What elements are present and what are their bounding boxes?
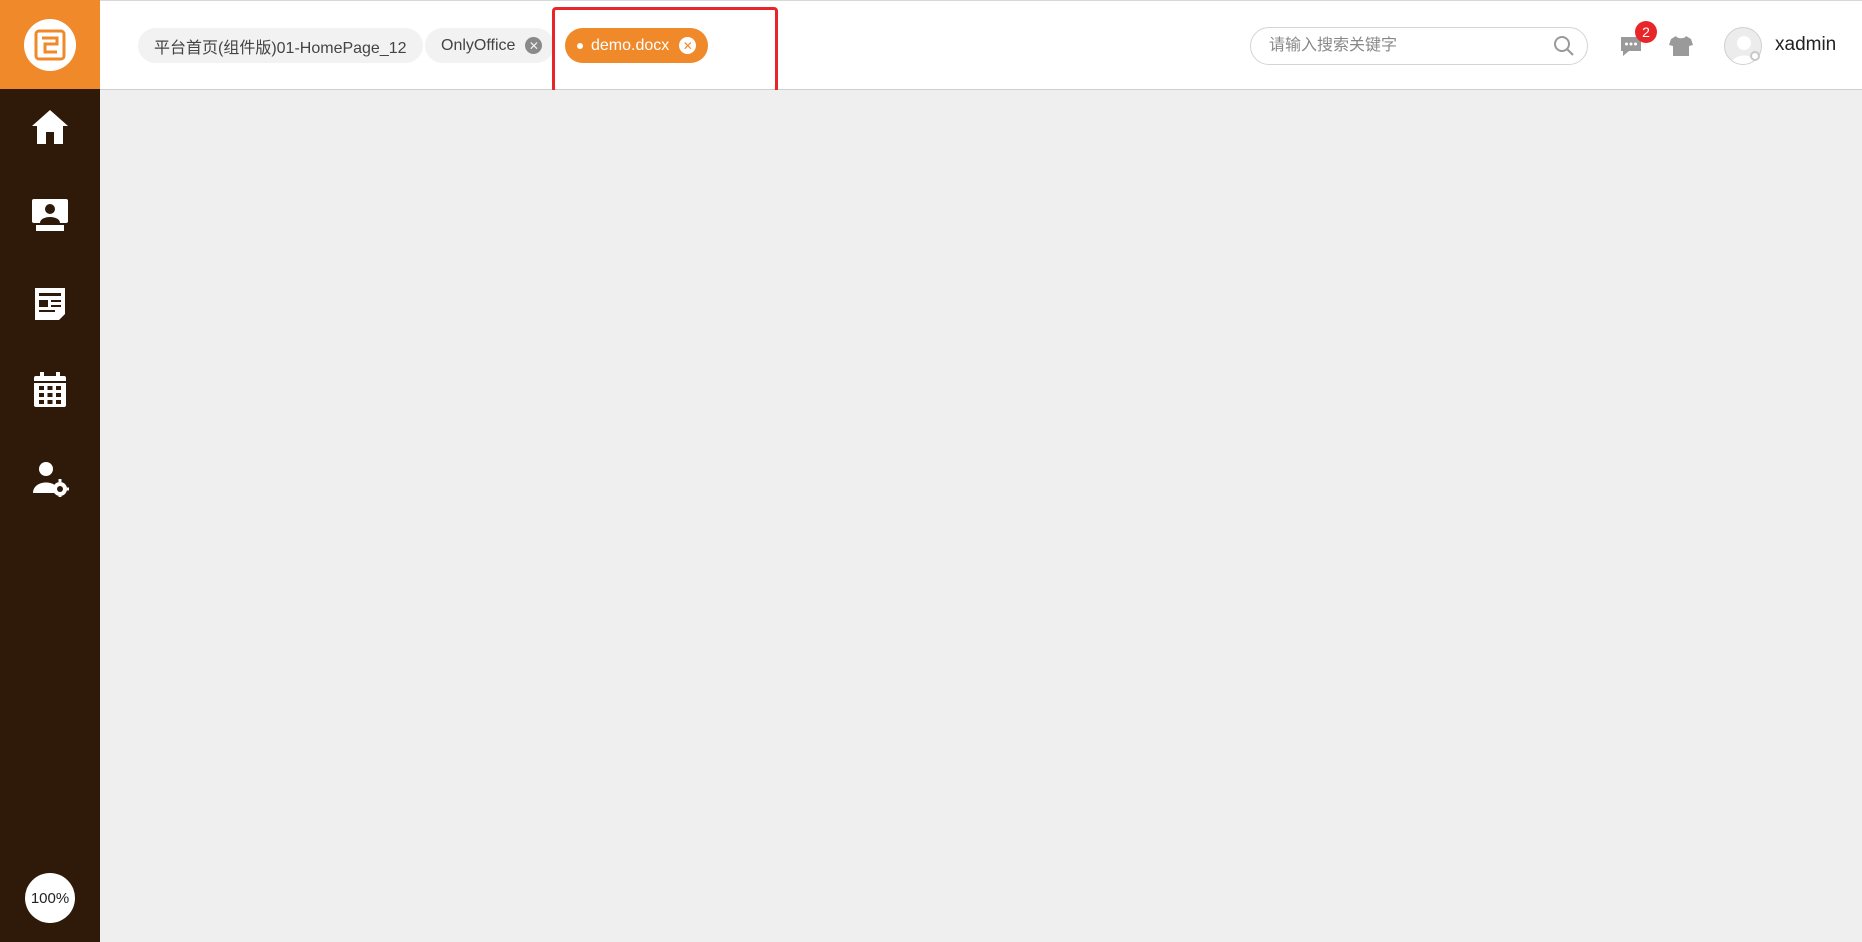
tab-label: demo.docx	[591, 36, 670, 54]
tab-homepage[interactable]: 平台首页(组件版)01-HomePage_12	[138, 28, 423, 63]
close-icon[interactable]: ✕	[525, 37, 543, 54]
app-logo-icon	[24, 18, 76, 71]
message-count-badge: 2	[1635, 21, 1657, 43]
top-header: 平台首页(组件版)01-HomePage_12 OnlyOffice ✕ dem…	[100, 0, 1862, 93]
sidebar-item-home[interactable]	[0, 92, 100, 162]
online-status-icon	[1750, 51, 1760, 61]
monitor-user-icon	[32, 199, 68, 231]
username[interactable]: xadmin	[1775, 34, 1836, 56]
sidebar-item-monitor-user[interactable]	[0, 180, 100, 250]
user-settings-icon	[33, 462, 69, 497]
sidebar: 100%	[0, 0, 100, 942]
shirt-icon[interactable]	[1668, 34, 1694, 58]
logo-area[interactable]	[0, 0, 100, 89]
search-input[interactable]	[1267, 36, 1553, 56]
tab-demo-docx[interactable]: demo.docx ✕	[565, 28, 709, 63]
sidebar-item-calendar[interactable]	[0, 355, 100, 425]
zoom-level-button[interactable]: 100%	[25, 873, 75, 923]
tab-label: OnlyOffice	[441, 36, 516, 54]
close-icon[interactable]: ✕	[679, 37, 697, 54]
calendar-icon	[34, 372, 66, 407]
main-content	[100, 90, 1862, 942]
active-dot-icon	[577, 42, 583, 49]
home-icon	[32, 110, 68, 144]
sidebar-item-news[interactable]	[0, 268, 100, 338]
news-document-icon	[35, 288, 65, 320]
tab-onlyoffice[interactable]: OnlyOffice ✕	[425, 28, 555, 63]
tab-label: 平台首页(组件版)01-HomePage_12	[154, 39, 407, 57]
sidebar-item-user-settings[interactable]	[0, 443, 100, 513]
search-icon[interactable]	[1553, 35, 1575, 57]
search-box	[1250, 27, 1588, 65]
